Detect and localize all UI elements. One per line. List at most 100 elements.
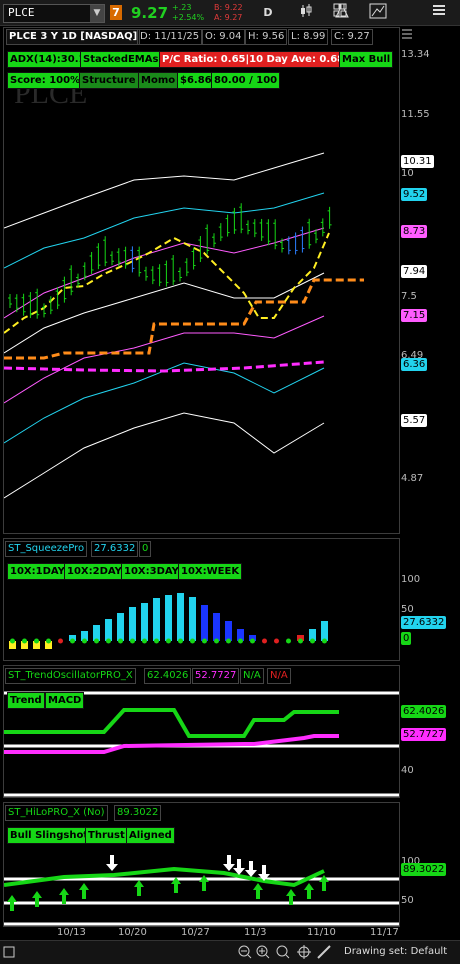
squeeze-bar <box>153 598 160 641</box>
time-axis[interactable]: 10/13 10/20 10/27 11/3 11/10 11/17 <box>3 926 460 940</box>
bull-arrow-icon <box>79 883 89 899</box>
time-label: 11/10 <box>307 927 336 938</box>
squeeze-2day-button: 10X:2DAY <box>64 563 125 580</box>
flask-icon[interactable] <box>331 3 353 22</box>
ohlc-close: C: 9.27 <box>331 29 373 45</box>
price-chart-panel[interactable]: PLCE PLCE 3 Y 1D [NASDAQ] D: 11/11/25 O:… <box>3 27 400 534</box>
hilo-axis[interactable]: 100 89.3022 50 <box>400 802 460 925</box>
ohlc-open: O: 9.04 <box>202 29 245 45</box>
structure-pill: Structure <box>79 72 139 89</box>
axis-label: 50 <box>401 895 414 906</box>
macd-button: MACD <box>45 692 85 709</box>
zoom-out-icon[interactable] <box>238 945 252 959</box>
drawing-icon[interactable] <box>365 3 391 22</box>
zoom-in-icon[interactable] <box>256 945 270 959</box>
squeeze-dot <box>10 638 15 644</box>
bottom-toolbar: Drawing set: Default <box>0 940 460 964</box>
trend-value-1-tag: 62.4026 <box>401 705 447 718</box>
signal-line <box>4 734 339 754</box>
hilo-line <box>4 866 325 888</box>
price-chart-canvas[interactable]: PLCE <box>4 28 399 533</box>
menu-icon[interactable] <box>426 3 452 22</box>
symbol-dropdown-icon[interactable]: ▼ <box>90 5 104 22</box>
link-group-badge[interactable]: 7 <box>110 5 122 20</box>
trend-axis[interactable]: 62.4026 52.7727 40 <box>400 665 460 796</box>
band-line <box>4 192 325 269</box>
put-call-ratio-pill: P/C Ratio: 0.65|10 Day Ave: 0.68 <box>159 51 348 68</box>
price-tag-mid-white: 7.94 <box>401 265 428 278</box>
squeeze-bar <box>177 593 184 641</box>
score-pill: Score: 100% <box>7 72 84 89</box>
squeeze-dot <box>70 638 75 644</box>
axis-label: 100 <box>401 574 421 585</box>
squeeze-dot <box>46 638 51 644</box>
price-tag-upper-cyan: 9.52 <box>401 188 428 201</box>
net-change: +.23 <box>172 3 192 12</box>
band-line <box>4 227 325 319</box>
squeeze-dot <box>202 638 207 644</box>
axis-label: 10 <box>401 168 414 179</box>
stacked-emas-pill: StackedEMAs <box>80 51 162 68</box>
hilo-plot[interactable] <box>4 803 399 926</box>
ohlc-low: L: 8.99 <box>288 29 329 45</box>
squeeze-dot <box>238 638 243 644</box>
squeeze-dot <box>226 638 231 644</box>
squeeze-study-name[interactable]: ST_SqueezePro <box>5 541 88 557</box>
bid-price: B: 9.22 <box>214 3 243 12</box>
squeeze-panel[interactable]: ST_SqueezePro 27.6332 0 10X:1DAY 10X:2DA… <box>3 538 400 661</box>
squeeze-3day-button: 10X:3DAY <box>121 563 182 580</box>
band-line <box>4 272 325 354</box>
squeeze-bar <box>165 595 172 641</box>
squeeze-bar <box>105 619 112 641</box>
scroll-left-icon[interactable] <box>3 946 15 958</box>
percent-change: +2.54% <box>172 13 205 22</box>
price-axis[interactable]: 13.34 11.55 10 7.5 6.49 4.87 10.31 9.52 … <box>400 27 460 532</box>
squeeze-bar <box>213 613 220 641</box>
squeeze-dot <box>310 638 315 644</box>
hilo-study-name[interactable]: ST_HiLoPRO_X (No) <box>5 805 108 821</box>
top-toolbar: PLCE ▼ 7 9.27 +.23 +2.54% B: 9.22 A: 9.2… <box>0 0 460 26</box>
collapse-arrow-icon[interactable] <box>400 28 430 42</box>
squeeze-dot <box>94 638 99 644</box>
thrust-button: Thrust <box>85 827 128 844</box>
squeeze-bar <box>141 603 148 641</box>
score-100-pill: 80.00 / 100 <box>211 72 281 89</box>
hilo-panel[interactable]: ST_HiLoPRO_X (No) 89.3022 Bull Slingshot… <box>3 802 400 927</box>
bear-arrow-icon <box>233 859 245 875</box>
squeeze-zero-value: 0 <box>139 541 152 557</box>
squeeze-dot <box>322 638 327 644</box>
timeframe-button[interactable]: D <box>255 3 281 22</box>
squeeze-dot <box>274 638 279 644</box>
squeeze-dot <box>154 638 159 644</box>
squeeze-histogram[interactable] <box>4 539 399 660</box>
squeeze-axis[interactable]: 100 50 27.6332 0 <box>400 538 460 659</box>
squeeze-week-button: 10X:WEEK <box>178 563 243 580</box>
time-label: 10/13 <box>57 927 86 938</box>
squeeze-bar <box>129 607 136 641</box>
trend-oscillator-panel[interactable]: ST_TrendOscillatorPRO_X 62.4026 52.7727 … <box>3 665 400 798</box>
time-label: 10/20 <box>118 927 147 938</box>
bull-arrow-icon <box>134 880 144 896</box>
zoom-reset-icon[interactable] <box>276 945 290 959</box>
squeeze-dot <box>34 638 39 644</box>
squeeze-dot <box>166 638 171 644</box>
bull-arrow-icon <box>253 883 263 899</box>
chart-title[interactable]: PLCE 3 Y 1D [NASDAQ] <box>6 29 141 45</box>
squeeze-dot <box>286 638 291 644</box>
bar-chart-icon[interactable] <box>293 3 319 22</box>
trend-oscillator-plot[interactable] <box>4 666 399 797</box>
drawing-set-label[interactable]: Drawing set: Default <box>344 946 447 957</box>
pencil-icon[interactable] <box>317 945 331 959</box>
time-label: 10/27 <box>181 927 210 938</box>
squeeze-bar <box>225 621 232 641</box>
price-tag-lower-magenta: 7.15 <box>401 309 428 322</box>
symbol-input[interactable]: PLCE ▼ <box>3 4 105 23</box>
squeeze-zero-tag: 0 <box>401 632 412 645</box>
trend-study-name[interactable]: ST_TrendOscillatorPRO_X <box>5 668 136 684</box>
hilo-value: 89.3022 <box>114 805 162 821</box>
adx-pill: ADX(14):30.1 <box>7 51 89 68</box>
time-label: 11/3 <box>244 927 267 938</box>
ohlc-high: H: 9.56 <box>245 29 288 45</box>
bull-arrow-icon <box>32 891 42 907</box>
crosshair-icon[interactable] <box>297 945 311 959</box>
